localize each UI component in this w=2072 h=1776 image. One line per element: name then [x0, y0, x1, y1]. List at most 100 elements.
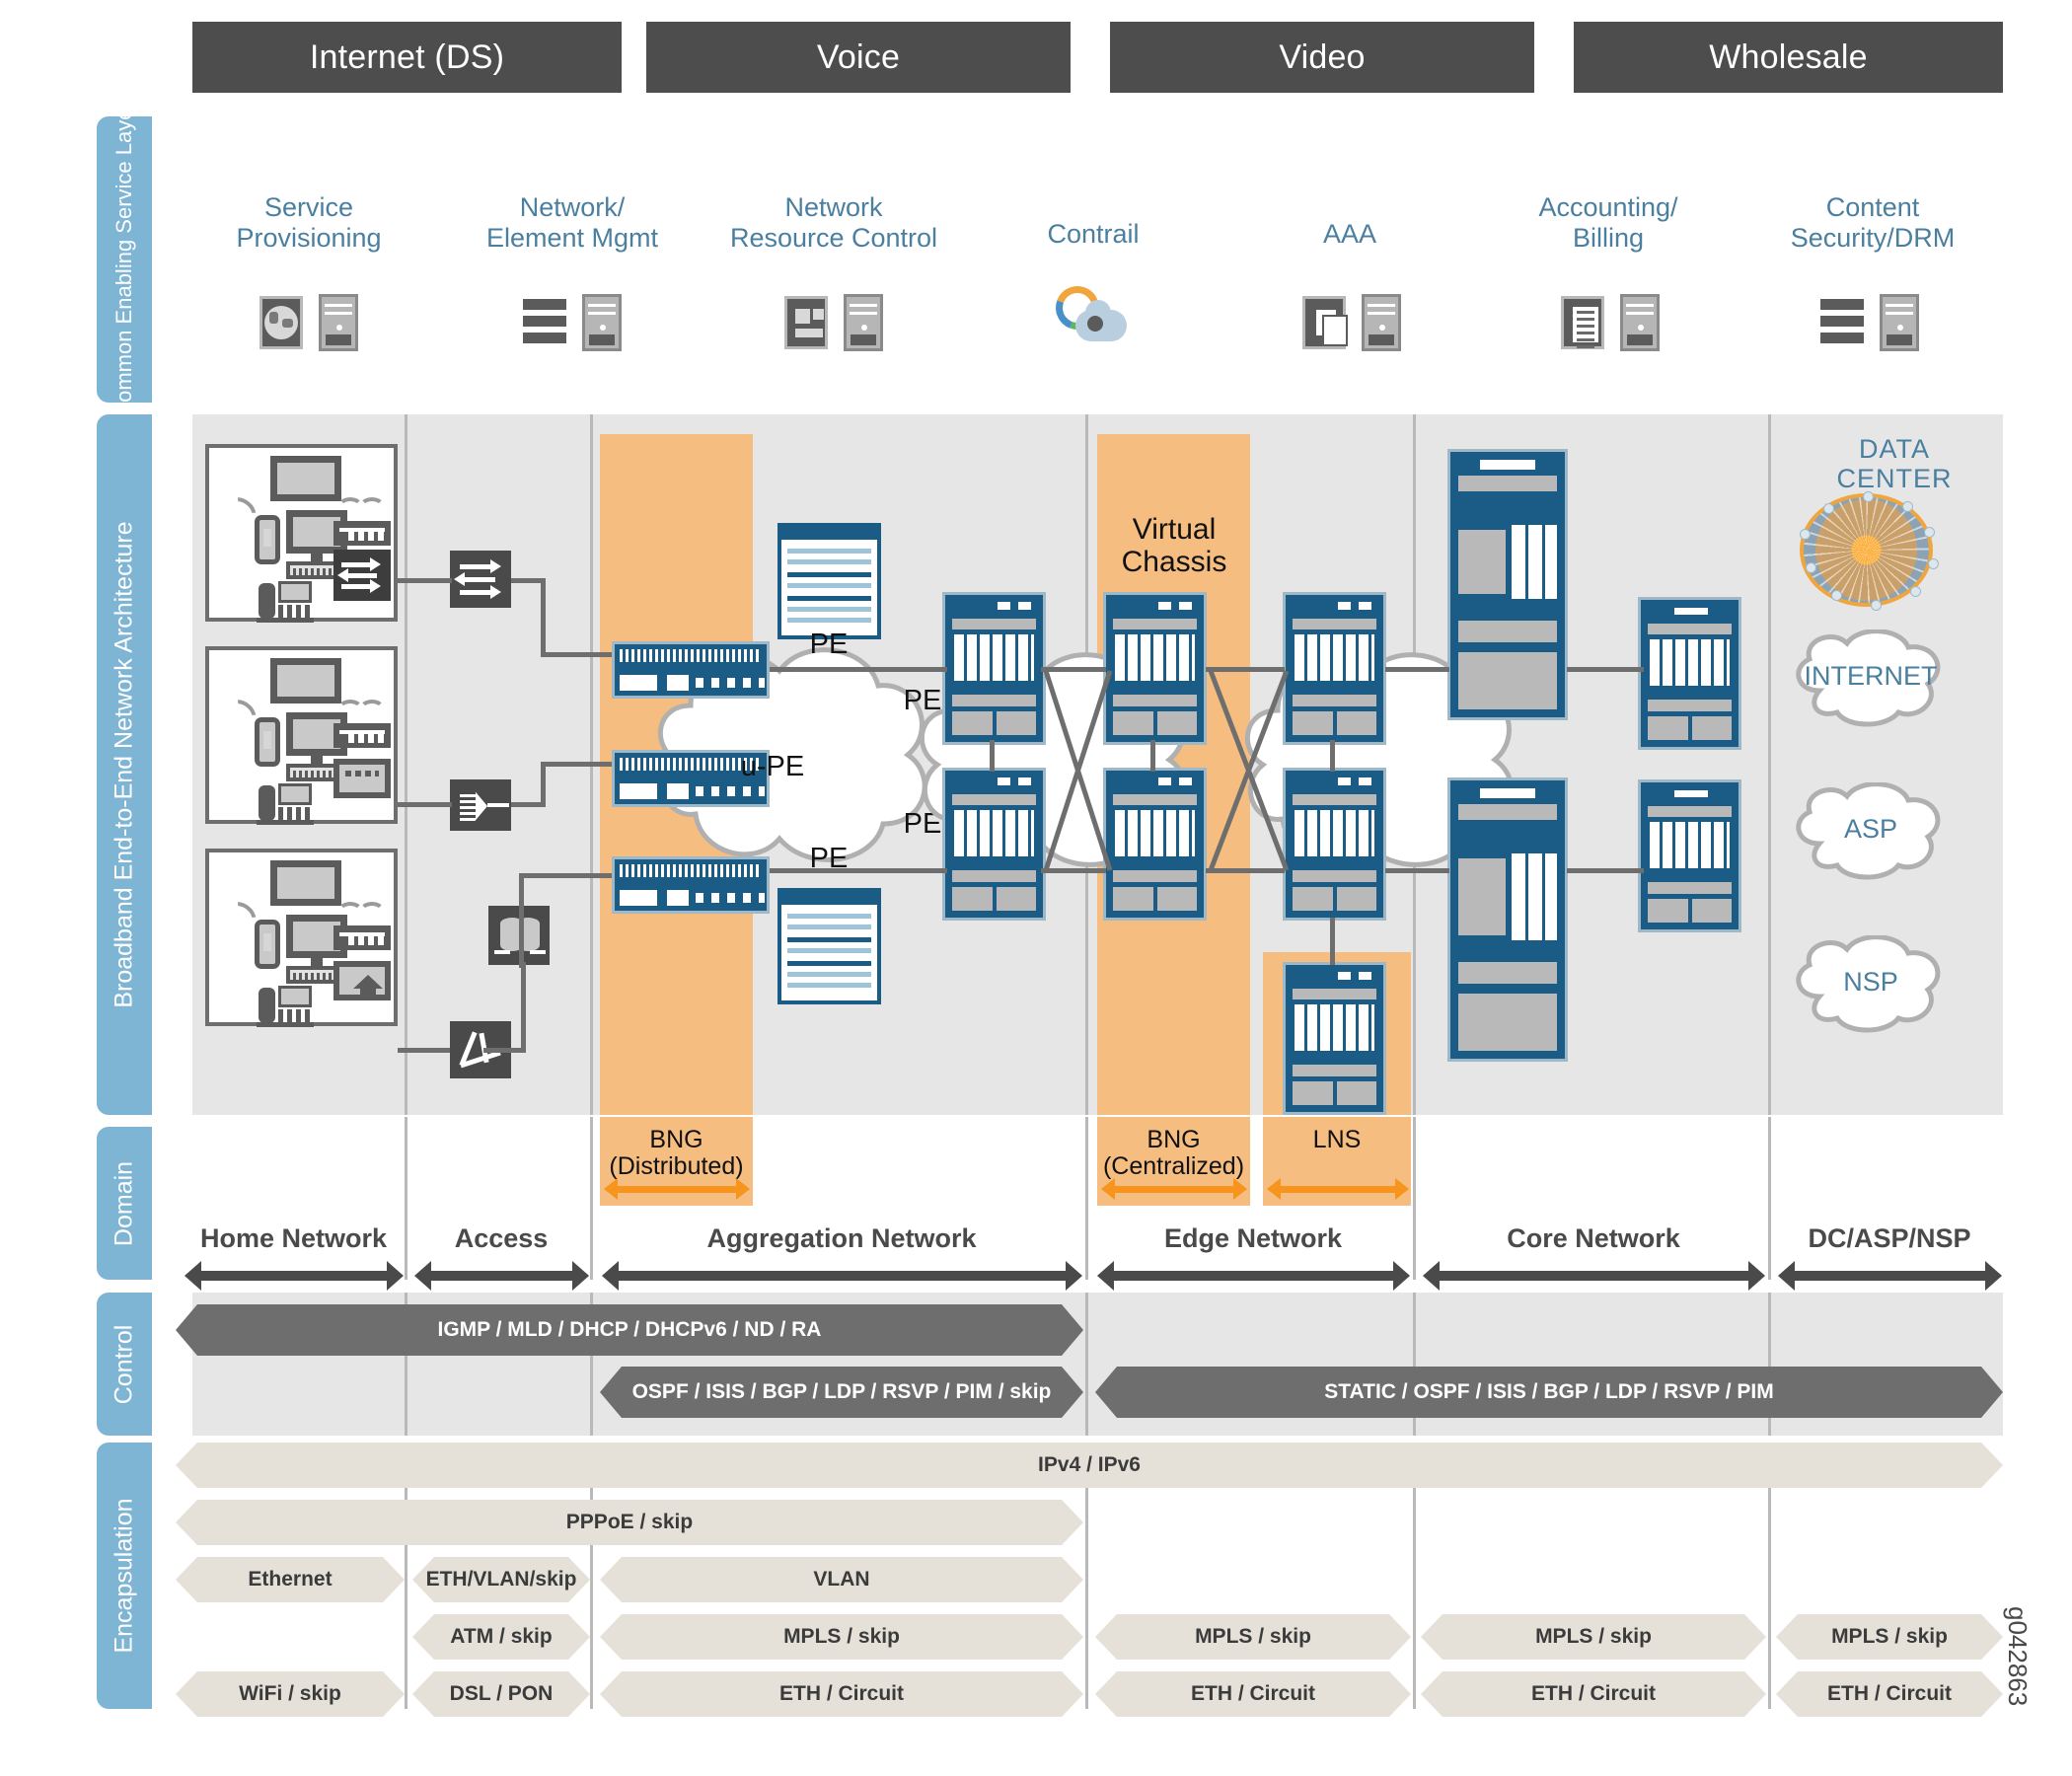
wifi-icon-3 — [359, 902, 385, 922]
domain-arrow-dc — [1778, 1261, 2002, 1291]
service-banner-wholesale[interactable]: Wholesale — [1574, 22, 2003, 93]
divider-core-dc — [1768, 414, 1771, 1115]
encap-ribbon-pppoe: PPPoE / skip — [176, 1500, 1083, 1545]
bars-server-icon-2 — [1820, 294, 1919, 351]
row-label-text: Encapsulation — [110, 1498, 138, 1654]
ces-label-aaa: AAA — [1322, 219, 1377, 249]
divider-home-access — [405, 414, 407, 1115]
crossing-links-right — [1208, 670, 1290, 871]
docs-server-icon — [1302, 294, 1401, 351]
smartphone-icon — [255, 515, 280, 564]
service-banner-video[interactable]: Video — [1110, 22, 1534, 93]
dslam-icon — [450, 779, 511, 831]
encap-ribbon-vlan: VLAN — [600, 1557, 1083, 1602]
modem-icon — [333, 759, 391, 798]
core-rack-bottom — [1447, 777, 1568, 1062]
encap-ribbon-eth-circuit-agg: ETH / Circuit — [600, 1671, 1083, 1717]
encap-ribbon-mpls-core: MPLS / skip — [1421, 1614, 1766, 1660]
domain-name-dc-asp-nsp: DC/ASP/NSP — [1808, 1223, 1971, 1253]
core-chassis-bottom — [1638, 779, 1741, 932]
gear-icon — [1087, 316, 1103, 332]
core-rack-top — [1447, 449, 1568, 720]
core-chassis-top — [1638, 597, 1741, 750]
link-edge-lns — [1330, 918, 1335, 965]
node-label-pe-1: PE — [809, 629, 849, 660]
link-dslam-right — [511, 802, 543, 807]
link-cloud-agg-top — [770, 667, 947, 672]
link-core-rack-bottom — [1567, 868, 1644, 873]
encap-ribbon-eth-vlan-skip: ETH/VLAN/skip — [412, 1557, 590, 1602]
row-label-control: Control — [97, 1293, 152, 1436]
ces-label-content-security-drm: Content Security/DRM — [1790, 192, 1956, 254]
ethernet-switch-icon — [450, 551, 511, 608]
wifi-icon-3 — [359, 700, 385, 719]
upe-device-3 — [612, 856, 770, 914]
globe-server-icon — [259, 294, 358, 351]
domain-arrow-aggregation — [602, 1261, 1082, 1291]
contrail-cloud-icon — [1044, 278, 1143, 347]
encap-ribbon-atm-skip: ATM / skip — [412, 1614, 590, 1660]
domain-arrow-core — [1423, 1261, 1765, 1291]
router-chassis-agg-bottom — [942, 768, 1046, 921]
datacenter-globe-icon — [1800, 491, 1939, 611]
switch-icon — [333, 550, 391, 601]
domain-name-core: Core Network — [1507, 1223, 1680, 1253]
server-tower-icon — [582, 294, 622, 351]
link-core-rack-top — [1567, 667, 1644, 672]
link-wireless-olt — [483, 1048, 525, 1053]
service-banner-voice[interactable]: Voice — [646, 22, 1071, 93]
router-chassis-lns — [1283, 962, 1386, 1115]
ip-phone-icon — [257, 984, 314, 1027]
tv-icon — [270, 456, 341, 501]
home-network-box-1 — [205, 444, 398, 623]
server-tower-icon — [844, 294, 883, 351]
ces-label-network-element-mgmt: Network/ Element Mgmt — [485, 192, 659, 254]
home-network-box-2 — [205, 646, 398, 825]
row-label-broadband-architecture: Broadband End-to-End Network Architectur… — [97, 414, 152, 1115]
window-server-icon — [784, 294, 883, 351]
service-banner-internet[interactable]: Internet (DS) — [192, 22, 622, 93]
bng-centralized-arrow — [1101, 1178, 1247, 1200]
documents-icon — [1302, 296, 1348, 349]
domain-arrow-home — [185, 1261, 404, 1291]
monitor-stand — [311, 756, 323, 764]
domain-divider-1 — [405, 1117, 407, 1280]
home-network-box-3 — [205, 849, 398, 1027]
domain-divider-3 — [1085, 1117, 1088, 1280]
encap-ribbon-ethernet: Ethernet — [176, 1557, 405, 1602]
control-ribbon-static-core: STATIC / OSPF / ISIS / BGP / LDP / RSVP … — [1095, 1367, 2003, 1418]
row-label-encapsulation: Encapsulation — [97, 1443, 152, 1709]
figure-id-watermark: g042863 — [2003, 1606, 2033, 1707]
link-wireless-up — [521, 962, 526, 1053]
ip-phone-icon — [257, 781, 314, 825]
encap-ribbon-eth-circuit-core: ETH / Circuit — [1421, 1671, 1766, 1717]
server-tower-icon — [1620, 294, 1660, 351]
tv-icon — [270, 658, 341, 703]
globe-icon — [259, 296, 303, 349]
server-tower-icon — [1362, 294, 1401, 351]
internet-cloud-label: INTERNET — [1804, 661, 1938, 691]
crossing-links-left — [1043, 670, 1113, 871]
link-dslam-up — [541, 762, 546, 807]
bng-distributed-arrow — [604, 1178, 750, 1200]
domain-divider-5 — [1768, 1117, 1771, 1280]
row-label-common-enabling-service-layer: Common Enabling Service Layer — [97, 101, 152, 418]
pe-switch-top — [777, 523, 881, 639]
ces-label-accounting-billing: Accounting/ Billing — [1538, 192, 1678, 254]
domain-name-edge: Edge Network — [1163, 1223, 1343, 1253]
asp-cloud-label: ASP — [1843, 814, 1898, 844]
wifi-icon-3 — [359, 497, 385, 517]
domain-divider-2 — [590, 1117, 593, 1280]
link-agg-vertical — [990, 740, 995, 772]
report-icon — [1561, 296, 1604, 349]
row-label-text: Control — [110, 1324, 138, 1404]
encap-ribbon-mpls-agg: MPLS / skip — [600, 1614, 1083, 1660]
encap-ribbon-eth-circuit-dc: ETH / Circuit — [1776, 1671, 2003, 1717]
monitor-stand — [311, 958, 323, 966]
server-tower-icon — [1880, 294, 1919, 351]
control-ribbon-igmp: IGMP / MLD / DHCP / DHCPv6 / ND / RA — [176, 1304, 1083, 1356]
lns-label: LNS — [1312, 1126, 1362, 1153]
encap-ribbon-mpls-edge: MPLS / skip — [1095, 1614, 1411, 1660]
monitor-stand — [311, 554, 323, 561]
home-gateway-icon — [333, 961, 391, 1000]
